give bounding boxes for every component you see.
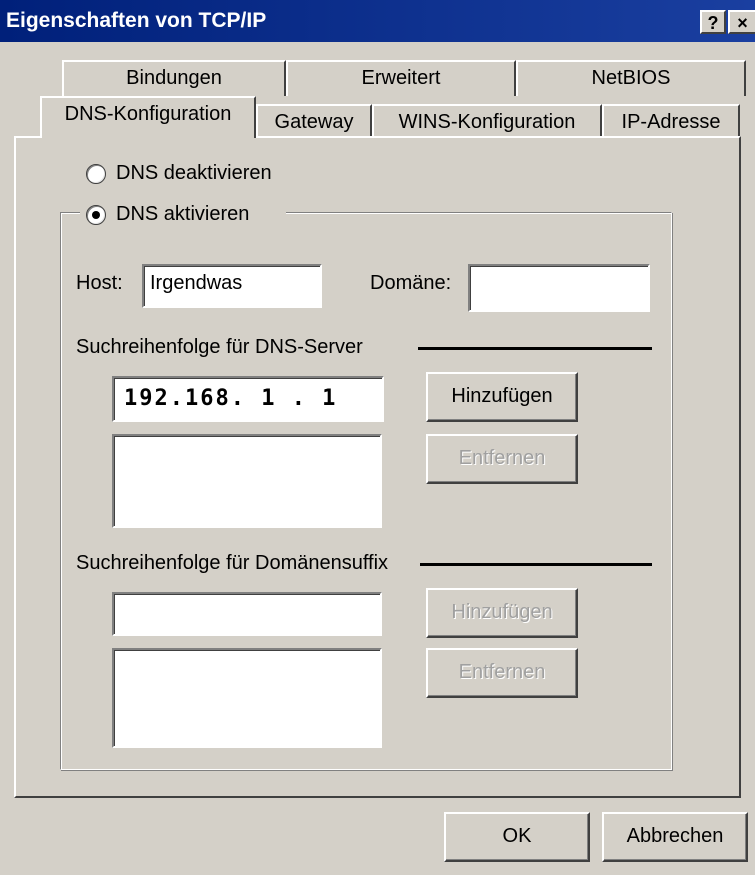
cancel-button[interactable]: Abbrechen [602, 812, 748, 862]
dns-server-list[interactable] [112, 434, 382, 528]
domain-input[interactable] [468, 264, 650, 312]
tab-erweitert[interactable]: Erweitert [286, 60, 516, 96]
tab-bindungen[interactable]: Bindungen [62, 60, 286, 96]
tab-label: IP-Adresse [621, 111, 721, 133]
tab-label: Bindungen [126, 67, 222, 89]
dns-enable-radio[interactable] [86, 204, 106, 225]
domain-suffix-input[interactable] [112, 592, 382, 636]
dns-disable-radio[interactable] [86, 163, 106, 184]
tab-label: Gateway [274, 111, 354, 133]
tab-wins-konfiguration[interactable]: WINS-Konfiguration [372, 104, 602, 140]
tab-label: NetBIOS [591, 67, 671, 89]
tab-label: DNS-Konfiguration [64, 103, 232, 125]
tab-gateway[interactable]: Gateway [256, 104, 372, 140]
tab-label: Erweitert [361, 67, 441, 89]
dns-server-remove-button[interactable]: Entfernen [426, 434, 578, 484]
domain-suffix-add-button[interactable]: Hinzufügen [426, 588, 578, 638]
title-bar[interactable]: Eigenschaften von TCP/IP ? × [0, 0, 755, 42]
tab-dns-konfiguration[interactable]: DNS-Konfiguration [40, 96, 256, 138]
dns-disable-option[interactable]: DNS deaktivieren [86, 162, 272, 185]
tab-label: WINS-Konfiguration [398, 111, 576, 133]
host-input[interactable]: Irgendwas [142, 264, 322, 308]
help-icon: ? [707, 13, 719, 33]
window-title: Eigenschaften von TCP/IP [6, 9, 267, 32]
domain-suffix-remove-button[interactable]: Entfernen [426, 648, 578, 698]
dns-server-ip-input[interactable]: 192.168. 1 . 1 [112, 376, 384, 422]
domain-suffix-list[interactable] [112, 648, 382, 748]
ok-button[interactable]: OK [444, 812, 590, 862]
tab-netbios[interactable]: NetBIOS [516, 60, 746, 96]
dns-enable-label: DNS aktivieren [116, 203, 250, 225]
dns-enable-option[interactable]: DNS aktivieren [86, 203, 249, 226]
help-button[interactable]: ? [700, 10, 726, 34]
dns-disable-label: DNS deaktivieren [116, 162, 272, 184]
tab-ip-adresse[interactable]: IP-Adresse [602, 104, 740, 140]
close-icon: × [737, 13, 748, 33]
dns-server-add-button[interactable]: Hinzufügen [426, 372, 578, 422]
dialog-window: Eigenschaften von TCP/IP ? × Bindungen E… [0, 0, 755, 875]
close-button[interactable]: × [728, 10, 755, 34]
